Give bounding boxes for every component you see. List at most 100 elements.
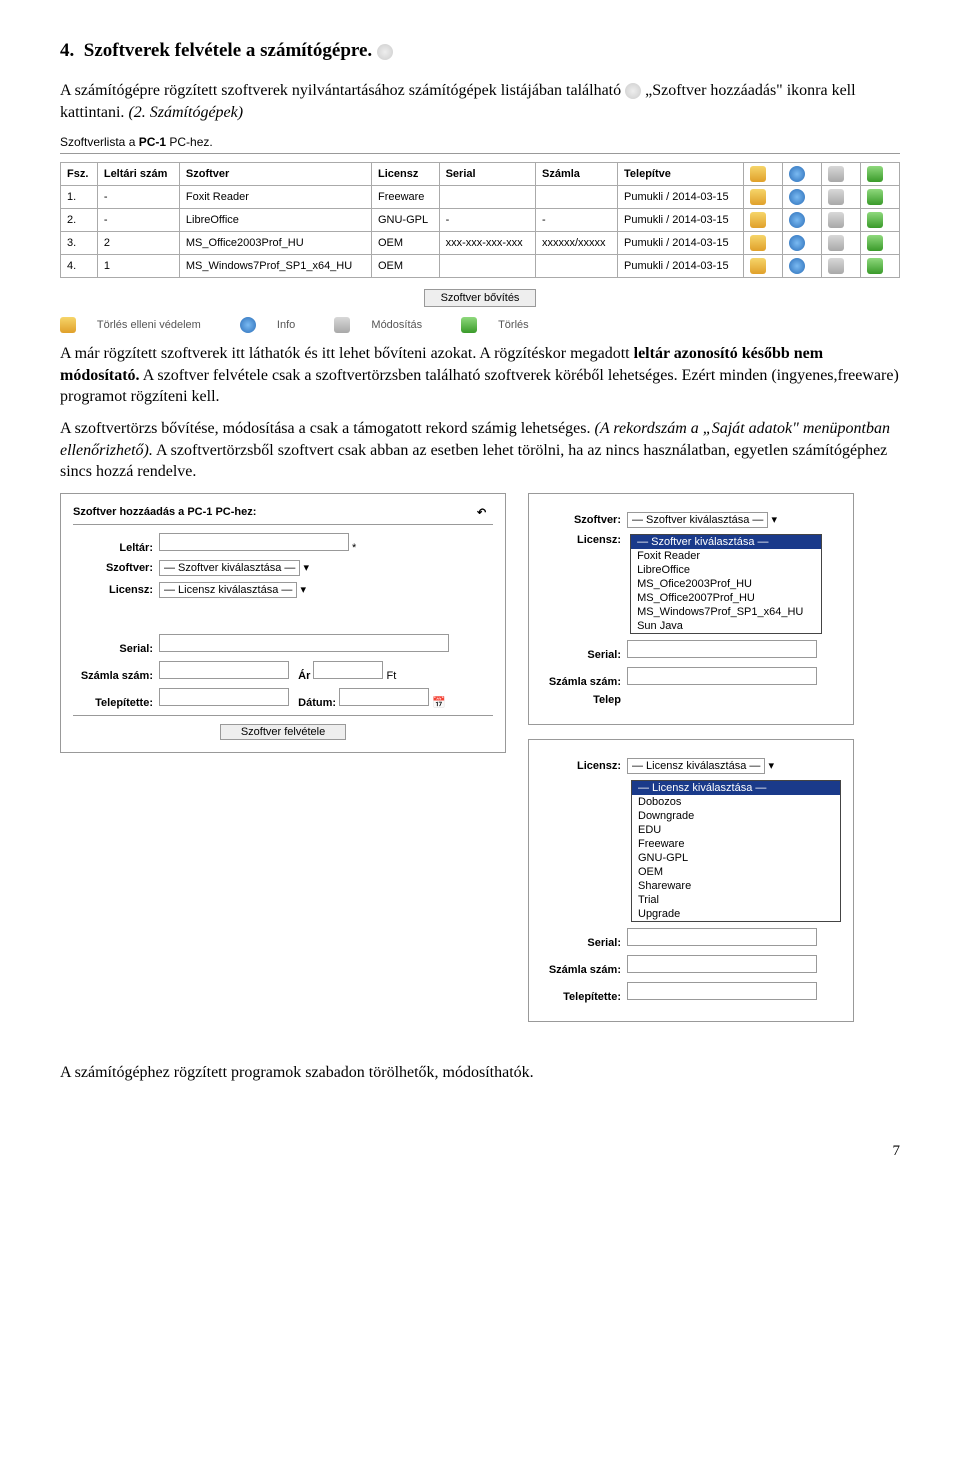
- lock-icon[interactable]: [750, 189, 766, 205]
- software-dropdown-list[interactable]: — Szoftver kiválasztása — Foxit ReaderLi…: [630, 534, 822, 634]
- dropdown-option[interactable]: LibreOffice: [631, 563, 821, 577]
- wrench-icon: [334, 317, 350, 333]
- th-lock: [744, 163, 783, 186]
- table-row: 1.-Foxit ReaderFreewarePumukli / 2014-03…: [61, 186, 900, 209]
- info-icon[interactable]: [789, 235, 805, 251]
- cell: 1: [97, 255, 179, 278]
- p2-text-c: A szoftver felvétele csak a szoftvertörz…: [60, 367, 899, 406]
- action-cell: [822, 232, 861, 255]
- input-serial[interactable]: [627, 640, 817, 658]
- license-dropdown-panel: Licensz:— Licensz kiválasztása — ▾ — Lic…: [528, 739, 854, 1022]
- dropdown-option[interactable]: Dobozos: [632, 795, 840, 809]
- th-info: [783, 163, 822, 186]
- cell: Pumukli / 2014-03-15: [618, 209, 744, 232]
- select-szoftver[interactable]: — Szoftver kiválasztása —: [159, 560, 300, 576]
- action-cell: [822, 255, 861, 278]
- edit-icon[interactable]: [828, 212, 844, 228]
- cell: [535, 255, 617, 278]
- dropdown-option[interactable]: GNU-GPL: [632, 851, 840, 865]
- action-cell: [822, 186, 861, 209]
- section-title: 4. Szoftverek felvétele a számítógépre.: [60, 40, 900, 62]
- table-row: 2.-LibreOfficeGNU-GPL--Pumukli / 2014-03…: [61, 209, 900, 232]
- dropdown-option[interactable]: Foxit Reader: [631, 549, 821, 563]
- cell: MS_Windows7Prof_SP1_x64_HU: [179, 255, 371, 278]
- input-datum[interactable]: [339, 688, 429, 706]
- submit-button[interactable]: Szoftver felvétele: [220, 724, 346, 740]
- label-telep: Telep: [541, 694, 621, 706]
- dropdown-option[interactable]: MS_Office2007Prof_HU: [631, 591, 821, 605]
- action-cell: [783, 232, 822, 255]
- lock-icon[interactable]: [750, 258, 766, 274]
- section-heading: Szoftverek felvétele a számítógépre.: [84, 40, 372, 61]
- action-cell: [744, 255, 783, 278]
- dropdown-option[interactable]: Trial: [632, 893, 840, 907]
- input-telepitette[interactable]: [159, 688, 289, 706]
- th-leltar: Leltári szám: [97, 163, 179, 186]
- input-szamla[interactable]: [627, 667, 817, 685]
- select-licensz-open[interactable]: — Licensz kiválasztása —: [627, 758, 765, 774]
- cell: xxx-xxx-xxx-xxx: [439, 232, 535, 255]
- label-telepitette: Telepítette:: [73, 697, 153, 709]
- divider: [73, 715, 493, 716]
- select-szoftver-open[interactable]: — Szoftver kiválasztása —: [627, 512, 768, 528]
- cell: -: [535, 209, 617, 232]
- dropdown-option[interactable]: Sun Java: [631, 619, 821, 633]
- edit-icon[interactable]: [828, 189, 844, 205]
- recy-icon[interactable]: [867, 235, 883, 251]
- calendar-icon[interactable]: 📅: [432, 697, 446, 709]
- back-arrow-icon[interactable]: ↶: [477, 506, 493, 522]
- edit-icon[interactable]: [828, 258, 844, 274]
- dropdown-option[interactable]: Upgrade: [632, 907, 840, 921]
- input-leltar[interactable]: [159, 533, 349, 551]
- divider: [73, 524, 493, 525]
- legend-info: Info: [277, 319, 295, 331]
- dropdown-option[interactable]: MS_Ofice2003Prof_HU: [631, 577, 821, 591]
- input-telepitette[interactable]: [627, 982, 817, 1000]
- info-icon[interactable]: [789, 212, 805, 228]
- lock-icon: [750, 166, 766, 182]
- paragraph-3: A szoftvertörzs bővítése, módosítása a c…: [60, 418, 900, 483]
- dropdown-option[interactable]: Freeware: [632, 837, 840, 851]
- input-serial[interactable]: [627, 928, 817, 946]
- p1-text-a: A számítógépre rögzített szoftverek nyil…: [60, 82, 625, 99]
- dropdown-header: — Szoftver kiválasztása —: [631, 535, 821, 549]
- dropdown-option[interactable]: Downgrade: [632, 809, 840, 823]
- label-licensz: Licensz:: [73, 584, 153, 596]
- th-serial: Serial: [439, 163, 535, 186]
- cell: -: [97, 209, 179, 232]
- input-szamla[interactable]: [627, 955, 817, 973]
- edit-icon[interactable]: [828, 235, 844, 251]
- cell: [535, 186, 617, 209]
- license-dropdown-list[interactable]: — Licensz kiválasztása — DobozosDowngrad…: [631, 780, 841, 922]
- expand-button[interactable]: Szoftver bővítés: [424, 289, 537, 307]
- input-szamla[interactable]: [159, 661, 289, 679]
- action-cell: [861, 186, 900, 209]
- info-icon[interactable]: [789, 189, 805, 205]
- label-licensz: Licensz:: [541, 534, 621, 546]
- label-leltar: Leltár:: [73, 542, 153, 554]
- label-serial: Serial:: [73, 643, 153, 655]
- label-szamla: Számla szám:: [73, 670, 153, 682]
- input-ar[interactable]: [313, 661, 383, 679]
- section-number: 4.: [60, 40, 74, 61]
- action-cell: [744, 232, 783, 255]
- recy-icon[interactable]: [867, 258, 883, 274]
- input-serial[interactable]: [159, 634, 449, 652]
- th-licensz: Licensz: [371, 163, 439, 186]
- dropdown-option[interactable]: OEM: [632, 865, 840, 879]
- label-szoftver: Szoftver:: [73, 562, 153, 574]
- action-cell: [861, 209, 900, 232]
- lock-icon[interactable]: [750, 235, 766, 251]
- label-szoftver: Szoftver:: [541, 514, 621, 526]
- dropdown-option[interactable]: Shareware: [632, 879, 840, 893]
- cell: 2.: [61, 209, 98, 232]
- recy-icon[interactable]: [867, 212, 883, 228]
- recy-icon[interactable]: [867, 189, 883, 205]
- dropdown-option[interactable]: MS_Windows7Prof_SP1_x64_HU: [631, 605, 821, 619]
- recycle-icon: [867, 166, 883, 182]
- dropdown-option[interactable]: EDU: [632, 823, 840, 837]
- select-licensz[interactable]: — Licensz kiválasztása —: [159, 582, 297, 598]
- info-icon[interactable]: [789, 258, 805, 274]
- cell: [439, 255, 535, 278]
- lock-icon[interactable]: [750, 212, 766, 228]
